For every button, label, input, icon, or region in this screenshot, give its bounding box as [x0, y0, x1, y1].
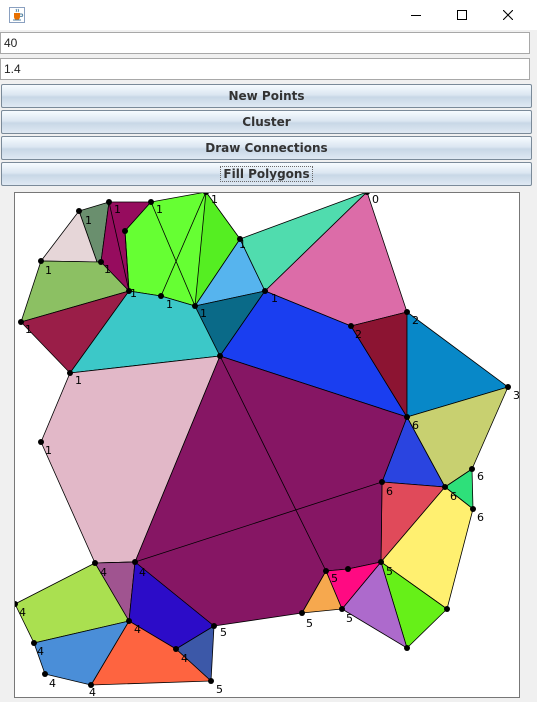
point [378, 559, 384, 565]
point [469, 466, 475, 472]
point-label: 4 [89, 686, 96, 698]
point [339, 606, 345, 612]
minimize-button[interactable] [393, 0, 439, 30]
cluster-button[interactable]: Cluster [1, 110, 532, 134]
point [192, 303, 198, 309]
point-label: 3 [513, 389, 520, 402]
point-label: 1 [166, 298, 173, 311]
point-label: 5 [386, 565, 393, 578]
point [470, 506, 476, 512]
point [38, 258, 44, 264]
threshold-input[interactable] [0, 58, 530, 80]
point-label: 4 [49, 677, 56, 690]
point-label: 5 [346, 612, 353, 625]
point-label: 6 [386, 485, 393, 498]
point [92, 560, 98, 566]
maximize-button[interactable] [439, 0, 485, 30]
point [442, 484, 448, 490]
point [173, 646, 179, 652]
points-count-input[interactable] [0, 32, 530, 54]
point-label: 1 [130, 287, 137, 300]
fill-polygons-label: Fill Polygons [220, 166, 313, 182]
point-label: 4 [100, 566, 107, 579]
point-label: 4 [19, 606, 26, 619]
point [404, 309, 410, 315]
point [444, 606, 450, 612]
point [379, 479, 385, 485]
point [148, 199, 154, 205]
point [42, 671, 48, 677]
drawing-canvas[interactable]: 1 1 1 1 1 1 1 1 1 1 1 1 1 1 0 2 2 3 6 6 … [14, 192, 520, 698]
point [126, 618, 132, 624]
point-label: 1 [45, 264, 52, 277]
title-bar [0, 0, 537, 30]
draw-connections-label: Draw Connections [205, 141, 328, 155]
point-label: 6 [477, 511, 484, 524]
point-label: 1 [25, 323, 32, 336]
point [262, 288, 268, 294]
maximize-icon [457, 10, 467, 20]
new-points-label: New Points [228, 89, 305, 103]
point-label: 6 [412, 419, 419, 432]
point-label: 6 [477, 470, 484, 483]
draw-connections-button[interactable]: Draw Connections [1, 136, 532, 160]
point [18, 319, 24, 325]
point [106, 199, 112, 205]
point-label: 1 [271, 292, 278, 305]
minimize-icon [411, 10, 421, 20]
point [323, 568, 329, 574]
point-label: 1 [211, 193, 218, 206]
fill-polygons-button[interactable]: Fill Polygons [1, 162, 532, 186]
java-cup-icon [9, 7, 25, 23]
point [122, 228, 128, 234]
point [132, 559, 138, 565]
point [404, 414, 410, 420]
close-button[interactable] [485, 0, 531, 30]
polygon-graph: 1 1 1 1 1 1 1 1 1 1 1 1 1 1 0 2 2 3 6 6 … [15, 193, 520, 698]
point-label: 6 [450, 490, 457, 503]
point [76, 208, 82, 214]
point-label: 1 [239, 238, 246, 251]
point-label: 4 [37, 645, 44, 658]
point-label: 4 [139, 566, 146, 579]
point [505, 384, 511, 390]
point-label: 2 [412, 314, 419, 327]
point [38, 439, 44, 445]
point-label: 5 [306, 617, 313, 630]
point-label: 0 [372, 193, 379, 206]
point-label: 5 [331, 572, 338, 585]
point [404, 645, 410, 651]
point-label: 1 [45, 444, 52, 457]
cluster-label: Cluster [242, 115, 291, 129]
point [345, 566, 351, 572]
point [211, 623, 217, 629]
point [158, 293, 164, 299]
point-label: 2 [355, 328, 362, 341]
point-label: 1 [85, 214, 92, 227]
point-label: 1 [200, 307, 207, 320]
point [217, 353, 223, 359]
point [208, 678, 214, 684]
point [299, 610, 305, 616]
point-label: 5 [216, 683, 223, 696]
point-label: 4 [181, 652, 188, 665]
point-label: 1 [156, 203, 163, 216]
point [67, 370, 73, 376]
new-points-button[interactable]: New Points [1, 84, 532, 108]
point-label: 4 [134, 623, 141, 636]
point-label: 5 [220, 626, 227, 639]
point-label: 1 [75, 374, 82, 387]
point [348, 323, 354, 329]
close-icon [503, 10, 513, 20]
point-label: 1 [104, 263, 111, 276]
point-label: 1 [114, 203, 121, 216]
